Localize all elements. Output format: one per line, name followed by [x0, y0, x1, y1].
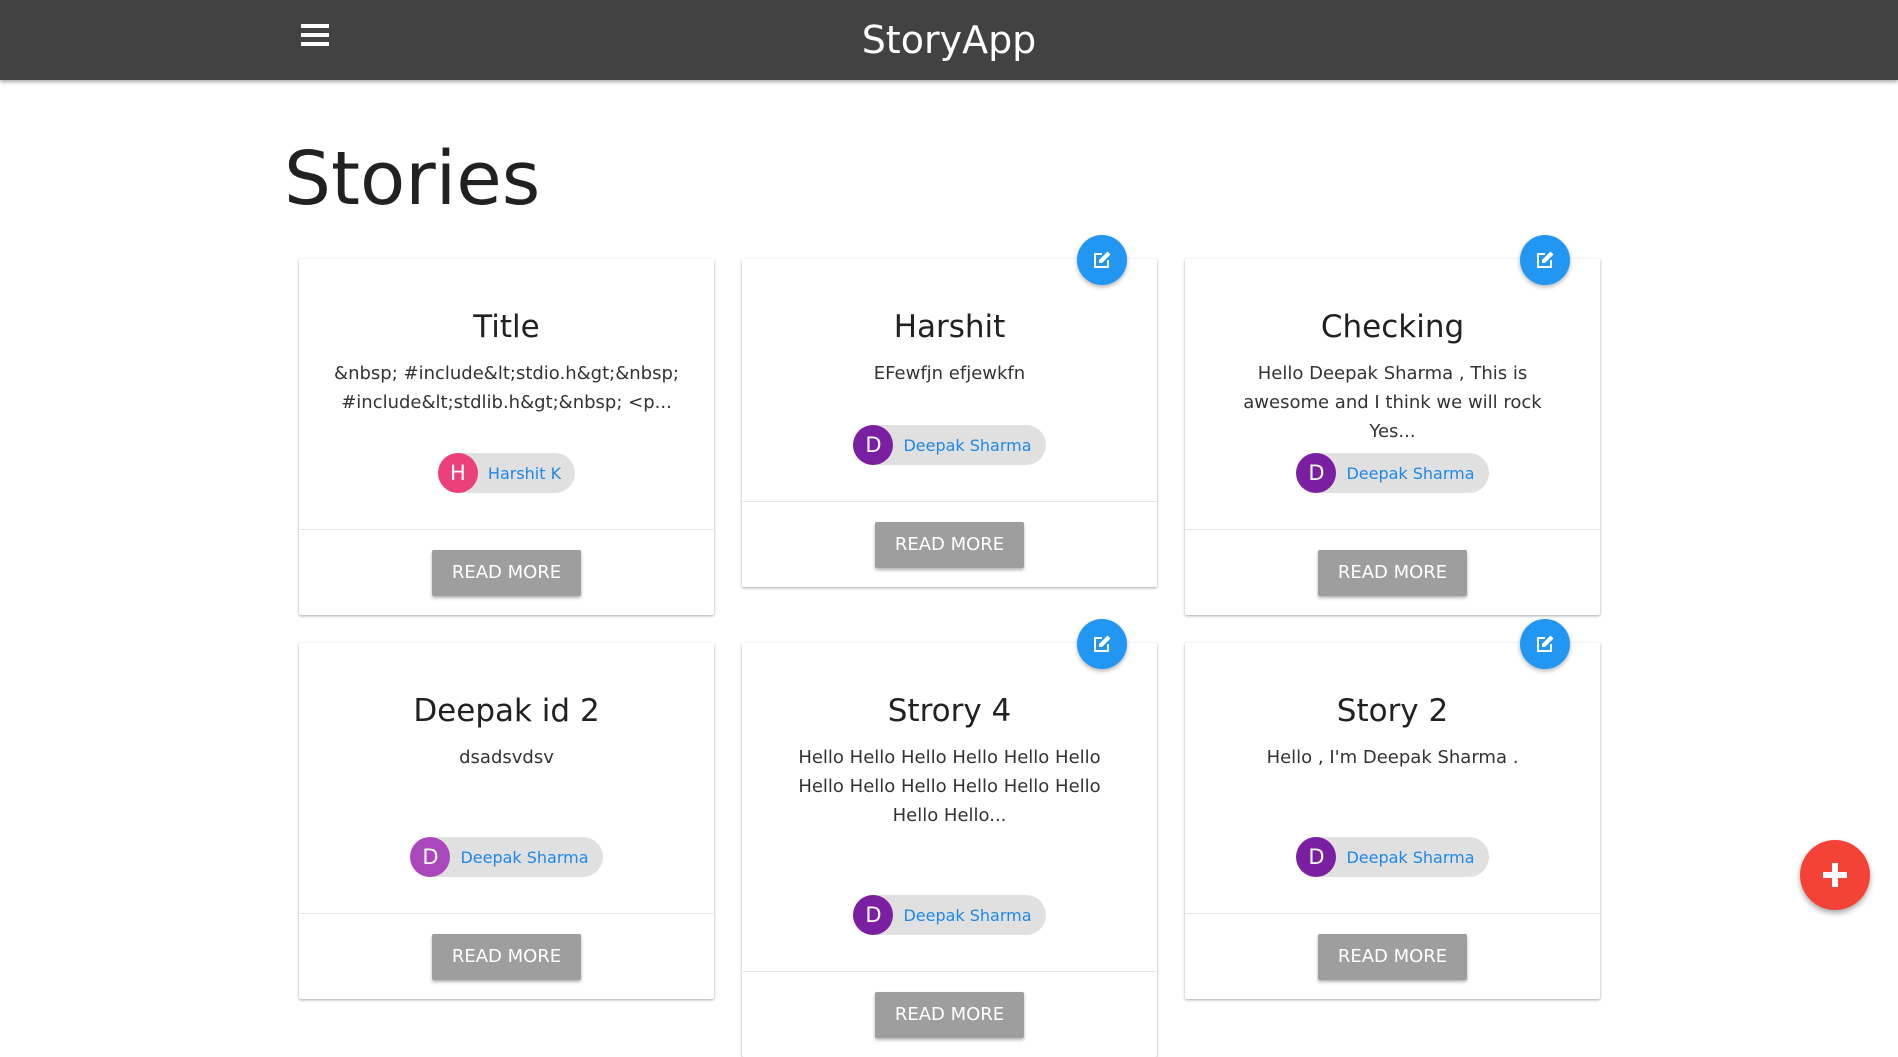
story-excerpt: &nbsp; #include&lt;stdio.h&gt;&nbsp; #in…: [334, 363, 679, 413]
read-more-button[interactable]: READ MORE: [874, 992, 1025, 1038]
story-title: Story 2: [1336, 693, 1449, 729]
author-chip[interactable]: D Deepak Sharma: [1296, 837, 1489, 877]
story-card: Title &nbsp; #include&lt;stdio.h&gt;&nbs…: [299, 259, 714, 615]
story-title: Title: [473, 309, 540, 345]
story-card: Strory 4 Hello Hello Hello Hello Hello H…: [742, 619, 1157, 1057]
author-chip[interactable]: D Deepak Sharma: [853, 895, 1046, 935]
edit-button[interactable]: [1520, 235, 1570, 285]
story-title: Strory 4: [887, 693, 1012, 729]
author-name: Deepak Sharma: [1346, 847, 1475, 867]
read-more-button[interactable]: READ MORE: [874, 522, 1025, 568]
read-more-button[interactable]: READ MORE: [431, 934, 582, 980]
author-name: Deepak Sharma: [903, 435, 1032, 455]
story-card: Story 2 Hello , I'm Deepak Sharma . D De…: [1185, 619, 1600, 999]
edit-icon: [1537, 635, 1554, 652]
avatar: D: [1296, 837, 1337, 877]
author-name: Deepak Sharma: [1346, 463, 1475, 483]
add-icon: [1823, 863, 1847, 887]
page-title: Stories: [284, 136, 541, 222]
story-excerpt: Hello Hello Hello Hello Hello Hello Hell…: [798, 747, 1101, 826]
story-excerpt: dsadsvdsv: [459, 747, 554, 768]
edit-button[interactable]: [1077, 235, 1127, 285]
app-title: StoryApp: [861, 18, 1037, 62]
author-chip[interactable]: D Deepak Sharma: [853, 425, 1046, 465]
read-more-button[interactable]: READ MORE: [1317, 934, 1468, 980]
author-chip[interactable]: D Deepak Sharma: [1296, 453, 1489, 493]
add-story-button[interactable]: [1800, 840, 1870, 910]
edit-icon: [1094, 635, 1111, 652]
edit-icon: [1094, 251, 1111, 268]
avatar: D: [410, 837, 451, 877]
story-excerpt: Hello , I'm Deepak Sharma .: [1266, 747, 1519, 768]
avatar: H: [437, 453, 478, 493]
story-card: Checking Hello Deepak Sharma , This is a…: [1185, 235, 1600, 615]
story-title: Deepak id 2: [413, 693, 600, 729]
edit-button[interactable]: [1520, 619, 1570, 669]
author-chip[interactable]: D Deepak Sharma: [410, 837, 603, 877]
read-more-button[interactable]: READ MORE: [431, 550, 582, 596]
avatar: D: [1296, 453, 1337, 493]
read-more-button[interactable]: READ MORE: [1317, 550, 1468, 596]
author-name: Deepak Sharma: [460, 847, 589, 867]
avatar: D: [853, 425, 894, 465]
edit-button[interactable]: [1077, 619, 1127, 669]
story-excerpt: Hello Deepak Sharma , This is awesome an…: [1243, 363, 1542, 442]
story-title: Harshit: [893, 309, 1006, 345]
author-name: Deepak Sharma: [903, 905, 1032, 925]
story-title: Checking: [1320, 309, 1465, 345]
edit-icon: [1537, 251, 1554, 268]
avatar: D: [853, 895, 894, 935]
story-excerpt: EFewfjn efjewkfn: [873, 363, 1026, 384]
story-card: Harshit EFewfjn efjewkfn D Deepak Sharma…: [742, 235, 1157, 587]
app-bar: StoryApp: [0, 0, 1898, 80]
story-card: Deepak id 2 dsadsvdsv D Deepak Sharma RE…: [299, 643, 714, 999]
author-chip[interactable]: H Harshit K: [437, 453, 576, 493]
author-name: Harshit K: [487, 463, 562, 483]
